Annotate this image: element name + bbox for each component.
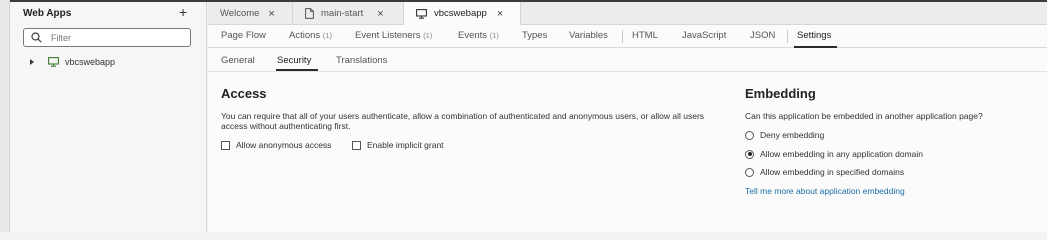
access-heading: Access [221, 86, 267, 101]
embedding-question: Can this application be embedded in anot… [745, 111, 983, 121]
enable-implicit-grant-checkbox[interactable]: Enable implicit grant [352, 140, 444, 150]
tab-label: Welcome [220, 8, 260, 19]
close-icon[interactable]: × [377, 8, 383, 20]
settings-subnav: General Security Translations [208, 49, 1047, 72]
tab-page-flow[interactable]: Page Flow [221, 30, 266, 41]
tab-javascript[interactable]: JavaScript [682, 30, 726, 41]
radio-circle[interactable] [745, 167, 754, 177]
radio-label: Allow embedding in any application domai… [760, 149, 924, 159]
search-icon [31, 32, 42, 43]
filter-input[interactable] [51, 31, 186, 44]
tree-item-label: vbcswebapp [65, 57, 116, 67]
tab-main-start[interactable]: main-start × [293, 2, 404, 25]
plus-icon[interactable]: + [179, 5, 187, 19]
active-tab-indicator [794, 46, 837, 48]
sidebar-title: Web Apps [23, 8, 72, 19]
close-icon[interactable]: × [268, 8, 274, 20]
tab-events[interactable]: Events (1) [458, 30, 499, 41]
deny-embedding-radio[interactable]: Deny embedding [745, 130, 824, 140]
radio-circle-selected[interactable] [745, 149, 754, 159]
tab-html[interactable]: HTML [632, 30, 658, 41]
tab-translations[interactable]: Translations [336, 55, 387, 66]
close-icon[interactable]: × [497, 8, 503, 20]
tab-welcome[interactable]: Welcome × [208, 2, 293, 25]
allow-anonymous-access-checkbox[interactable]: Allow anonymous access [221, 140, 331, 150]
tab-general[interactable]: General [221, 55, 255, 66]
tab-label: vbcswebapp [434, 8, 487, 19]
checkbox-box[interactable] [352, 140, 361, 150]
tab-types[interactable]: Types [522, 30, 547, 41]
tab-event-listeners[interactable]: Event Listeners (1) [355, 30, 432, 41]
caret-right-icon[interactable] [30, 59, 34, 65]
left-gutter [0, 0, 10, 232]
tab-variables[interactable]: Variables [569, 30, 608, 41]
radio-label: Deny embedding [760, 130, 825, 140]
settings-editor: Page Flow Actions (1) Event Listeners (1… [208, 25, 1047, 232]
editor-tab-bar: Welcome × main-start × vbcswebapp × [208, 2, 1047, 26]
tab-vbcswebapp[interactable]: vbcswebapp × [404, 2, 521, 26]
tab-settings[interactable]: Settings [797, 30, 831, 41]
allow-specified-domains-radio[interactable]: Allow embedding in specified domains [745, 167, 904, 177]
designer-subnav: Page Flow Actions (1) Event Listeners (1… [208, 25, 1047, 48]
active-tab-indicator [276, 69, 318, 71]
web-apps-sidebar: Web Apps + vbcswebapp [10, 2, 207, 232]
checkbox-label: Enable implicit grant [367, 140, 444, 150]
access-description: You can require that all of your users a… [221, 111, 705, 131]
subnav-divider [787, 30, 788, 43]
embedding-help-link[interactable]: Tell me more about application embedding [745, 186, 905, 196]
monitor-icon [48, 57, 59, 67]
subnav-divider [622, 30, 623, 43]
checkbox-box[interactable] [221, 140, 230, 150]
allow-any-domain-radio[interactable]: Allow embedding in any application domai… [745, 149, 923, 159]
page-icon [305, 8, 314, 19]
tree-item-vbcswebapp[interactable]: vbcswebapp [30, 54, 115, 70]
checkbox-label: Allow anonymous access [236, 140, 332, 150]
radio-label: Allow embedding in specified domains [760, 167, 905, 177]
embedding-heading: Embedding [745, 86, 816, 101]
tab-json[interactable]: JSON [750, 30, 775, 41]
radio-circle[interactable] [745, 130, 754, 140]
tab-security[interactable]: Security [277, 55, 311, 66]
tab-label: main-start [321, 8, 364, 19]
filter-field[interactable] [23, 28, 191, 47]
tab-actions[interactable]: Actions (1) [289, 30, 332, 41]
monitor-icon [416, 8, 427, 19]
